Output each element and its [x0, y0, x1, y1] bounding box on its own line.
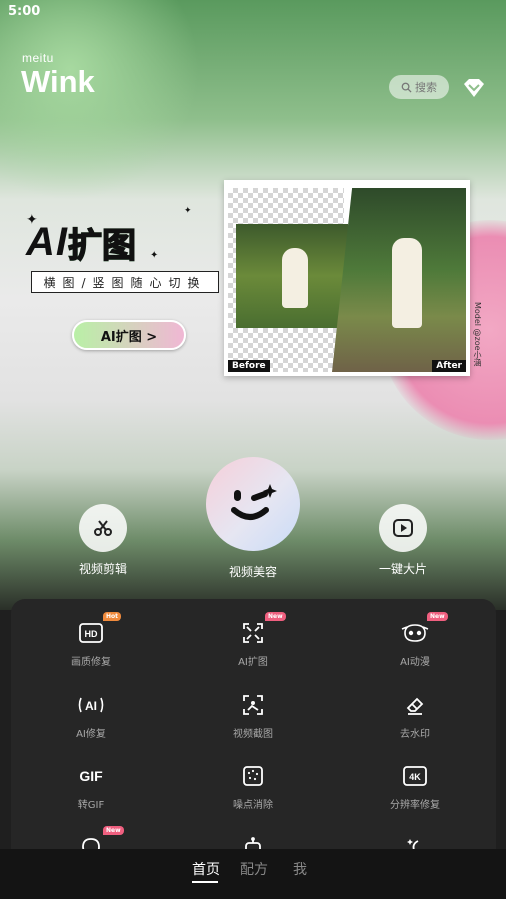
play-icon: [379, 504, 427, 552]
quick-action-label: 视频美容: [228, 565, 277, 579]
hd-icon: HD: [31, 619, 151, 647]
banner-subtitle: 横图/竖图随心切换: [31, 271, 219, 293]
after-photo: [332, 188, 466, 372]
brand-meitu: meitu: [22, 51, 54, 65]
ai-repair-icon: AI: [31, 691, 151, 719]
badge-new: New: [427, 612, 448, 621]
wink-face-icon: [231, 484, 277, 520]
tab-recipes[interactable]: 配方: [240, 859, 268, 879]
quick-action-label: 视频剪辑: [78, 562, 127, 576]
screenshot-icon: [193, 691, 313, 719]
tool-ai-expand[interactable]: AI扩图 New: [193, 612, 313, 668]
eraser-icon: [355, 691, 475, 719]
banner-title-cn: 扩图: [67, 218, 137, 267]
active-tab-indicator: [192, 881, 218, 883]
quick-action-label: 一键大片: [378, 562, 427, 576]
search-placeholder: 搜索: [415, 81, 437, 94]
after-label: After: [432, 360, 466, 372]
anime-face-icon: [355, 619, 475, 647]
svg-text:HD: HD: [85, 629, 98, 639]
tool-label: 噪点消除: [233, 800, 273, 811]
svg-text:GIF: GIF: [79, 768, 103, 784]
model-credit: Model @zoe小涵: [473, 302, 482, 367]
background-glow: [0, 0, 200, 200]
banner-title: AI 扩图: [26, 218, 137, 267]
one-click-blockbuster-button[interactable]: 一键大片: [372, 504, 434, 577]
before-label: Before: [228, 360, 270, 372]
tool-label: 视频截图: [233, 729, 273, 740]
search-button[interactable]: 搜索: [389, 75, 449, 99]
tool-video-screenshot[interactable]: 视频截图: [193, 691, 313, 740]
search-icon: [401, 82, 412, 93]
tool-label: 去水印: [400, 729, 430, 740]
banner-title-latin: AI: [26, 220, 68, 264]
gif-icon: GIF: [31, 762, 151, 790]
sparkle-icon: ✦: [184, 206, 192, 216]
denoise-icon: [193, 762, 313, 790]
expand-icon: [193, 619, 313, 647]
video-beauty-button[interactable]: [206, 457, 300, 551]
tool-label: AI扩图: [238, 657, 268, 668]
model-figure: [282, 248, 308, 308]
sparkle-icon: ✦: [150, 250, 159, 261]
tool-ai-repair[interactable]: AI AI修复: [31, 691, 151, 740]
scissors-icon: [79, 504, 127, 552]
4k-icon: 4K: [355, 762, 475, 790]
tab-me[interactable]: 我: [293, 859, 307, 879]
ai-expand-cta-button[interactable]: AI扩图 >: [72, 320, 186, 350]
bottom-tab-bar: 首页 配方 我: [0, 849, 506, 899]
before-photo: [236, 224, 348, 328]
model-figure: [392, 238, 422, 328]
svg-text:4K: 4K: [409, 772, 421, 782]
svg-text:AI: AI: [85, 699, 97, 713]
tool-convert-gif[interactable]: GIF 转GIF: [31, 762, 151, 811]
tool-remove-watermark[interactable]: 去水印: [355, 691, 475, 740]
badge-new: New: [103, 826, 124, 835]
brand-wink-logo: Wink: [21, 64, 95, 99]
tab-home[interactable]: 首页: [192, 859, 220, 879]
banner-before-after-photo[interactable]: Before After: [224, 180, 470, 376]
tool-label: AI动漫: [400, 657, 430, 668]
tool-denoise[interactable]: 噪点消除: [193, 762, 313, 811]
status-time: 5:00: [8, 4, 41, 19]
video-edit-button[interactable]: 视频剪辑: [72, 504, 134, 577]
badge-new: New: [265, 612, 286, 621]
tool-label: 分辨率修复: [390, 800, 440, 811]
tool-label: 画质修复: [71, 657, 111, 668]
badge-hot: Hot: [103, 612, 122, 621]
tool-ai-anime[interactable]: AI动漫 New: [355, 612, 475, 668]
tool-resolution-repair[interactable]: 4K 分辨率修复: [355, 762, 475, 811]
tool-quality-repair[interactable]: HD 画质修复 Hot: [31, 612, 151, 668]
tool-label: AI修复: [76, 729, 106, 740]
diamond-icon[interactable]: [463, 78, 485, 98]
tool-label: 转GIF: [77, 800, 105, 811]
